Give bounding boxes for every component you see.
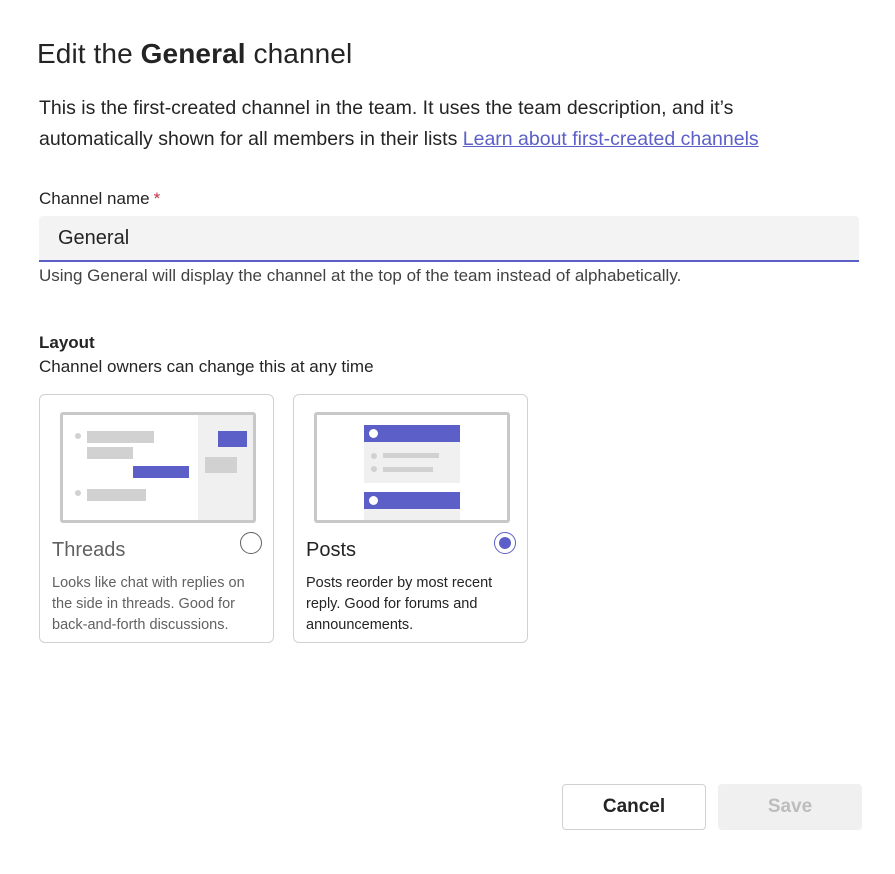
title-prefix: Edit the (37, 38, 141, 69)
threads-option-title: Threads (52, 539, 126, 561)
layout-subtitle: Channel owners can change this at any ti… (39, 357, 374, 376)
title-suffix: channel (245, 38, 353, 69)
learn-first-created-channels-link[interactable]: Learn about first-created channels (463, 128, 759, 150)
channel-name-label-text: Channel name (39, 189, 150, 208)
threads-radio[interactable] (240, 532, 262, 554)
required-asterisk: * (153, 189, 161, 208)
posts-option-title: Posts (306, 539, 357, 561)
channel-name-hint: Using General will display the channel a… (39, 266, 682, 285)
channel-name-label: Channel name * (39, 189, 160, 209)
posts-option-description: Posts reorder by most recent reply. Good… (306, 575, 493, 633)
channel-name-input[interactable] (39, 216, 859, 262)
dialog-description: This is the first-created channel in the… (39, 93, 839, 155)
title-channel-name: General (140, 38, 246, 69)
save-button[interactable]: Save (718, 784, 862, 830)
layout-option-posts[interactable]: Posts Posts reorder by most recent reply… (293, 394, 528, 643)
layout-heading: Layout (39, 333, 95, 352)
layout-option-threads[interactable]: Threads Looks like chat with replies on … (39, 394, 274, 643)
threads-layout-illustration (60, 412, 256, 523)
edit-channel-dialog: Edit the General channel This is the fir… (0, 0, 895, 874)
cancel-button[interactable]: Cancel (562, 784, 706, 830)
dialog-title: Edit the General channel (37, 38, 352, 70)
posts-layout-illustration (314, 412, 510, 523)
threads-option-description: Looks like chat with replies on the side… (52, 575, 245, 633)
posts-radio[interactable] (494, 532, 516, 554)
